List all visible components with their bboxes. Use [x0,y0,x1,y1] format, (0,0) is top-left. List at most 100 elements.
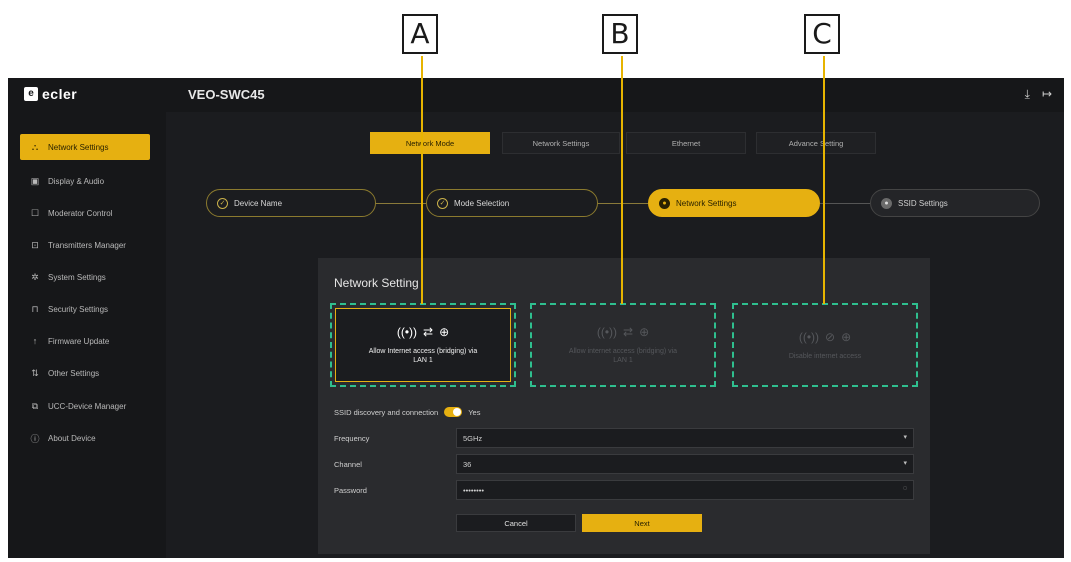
password-field[interactable]: •••••••• ◌ [456,480,914,500]
swap-icon: ⇄ [623,325,634,339]
sidebar-item-label: About Device [48,433,96,443]
frequency-value: 5GHz [463,433,483,443]
tab-advance-setting[interactable]: Advance Setting [756,132,876,154]
logo-text: ecler [42,86,78,102]
eye-icon[interactable]: ◌ [903,485,907,492]
globe-icon: ⊕ [841,329,852,344]
option-text: Allow internet access (bridging) via LAN… [568,348,678,364]
step-number-icon: ● [881,197,892,209]
device-title: VEO-SWC45 [188,87,265,102]
step-number-icon: ● [659,197,670,209]
transmitter-icon: ⊡ [31,239,39,250]
top-bar: e ecler VEO-SWC45 ⤓ ↦ [8,78,1064,112]
upload-icon: ↑ [32,336,38,346]
wifi-icon: ((•)) [396,325,418,339]
option-disable-internet[interactable]: ((•)) ⊘ ⊕ Disable internet access [737,308,913,382]
callout-b-line [621,56,623,304]
tab-network-settings[interactable]: Network Settings [502,132,620,154]
option-text: Disable internet access [788,352,862,360]
password-label: Password [334,486,367,495]
sidebar-item-label: Firmware Update [48,336,110,346]
next-button[interactable]: Next [582,514,702,532]
sidebar-item-label: Other Settings [48,368,100,378]
sidebar-item-label: UCC-Device Manager [48,401,127,411]
chevron-down-icon: ▾ [903,460,907,467]
password-value: •••••••• [463,485,485,495]
step-device-name[interactable]: ✓ Device Name [206,189,376,217]
download-icon[interactable]: ⤓ [1025,87,1030,102]
step-connector [374,203,426,204]
callout-a-line [421,56,423,304]
sidebar-item-label: Security Settings [48,304,109,314]
globe-icon: ⊕ [639,325,650,339]
lock-icon: ⊓ [31,303,39,314]
globe-icon: ⊕ [439,325,450,339]
callout-b: B [602,14,638,54]
ssid-toggle[interactable] [444,407,463,417]
sidebar-item-label: Display & Audio [48,176,105,186]
check-icon: ✓ [437,197,448,209]
sidebar-item-other-settings[interactable]: ⇅ Other Settings [20,360,150,386]
channel-value: 36 [463,459,472,469]
wifi-icon: ((•)) [798,329,820,344]
info-icon: ⓘ [30,433,40,444]
wifi-icon: ((•)) [596,325,618,339]
cancel-button[interactable]: Cancel [456,514,576,532]
step-label: Mode Selection [454,198,510,208]
sidebar: ⛬ Network Settings ▣ Display & Audio ☐ M… [8,112,166,558]
frequency-label: Frequency [334,434,370,443]
sidebar-item-display-audio[interactable]: ▣ Display & Audio [20,168,150,194]
swap-icon: ⇄ [423,325,434,339]
display-icon: ▣ [30,175,40,186]
callout-a: A [402,14,438,54]
sidebar-item-system-settings[interactable]: ✲ System Settings [20,264,150,290]
sidebar-item-label: Moderator Control [48,208,113,218]
ssid-toggle-value: Yes [468,407,481,417]
tab-network-mode[interactable]: Network Mode [370,132,490,154]
channel-select[interactable]: 36 ▾ [456,454,914,474]
sidebar-item-label: Transmitters Manager [48,240,126,250]
sidebar-item-security-settings[interactable]: ⊓ Security Settings [20,296,150,322]
step-network-settings[interactable]: ● Network Settings [648,189,820,217]
step-label: SSID Settings [898,198,948,208]
block-icon: ⊘ [825,329,836,344]
option-c-highlight: ((•)) ⊘ ⊕ Disable internet access [732,303,918,387]
sidebar-item-about-device[interactable]: ⓘ About Device [20,425,150,451]
logout-icon[interactable]: ↦ [1042,87,1052,102]
option-bridge-lan1-alt[interactable]: ((•)) ⇄ ⊕ Allow internet access (bridgin… [535,308,711,382]
sidebar-item-ucc-device-manager[interactable]: ⧉ UCC-Device Manager [20,393,150,419]
sidebar-item-network-settings[interactable]: ⛬ Network Settings [20,134,150,160]
app-window: e ecler VEO-SWC45 ⤓ ↦ ⛬ Network Settings… [8,78,1064,558]
panel-title: Network Setting [334,276,419,290]
option-bridge-lan1[interactable]: ((•)) ⇄ ⊕ Allow Internet access (bridgin… [335,308,511,382]
sliders-icon: ⇅ [31,367,39,378]
devices-icon: ⧉ [31,400,39,411]
tab-ethernet[interactable]: Ethernet [626,132,746,154]
sidebar-item-moderator-control[interactable]: ☐ Moderator Control [20,200,150,226]
network-icon: ⛬ [31,141,39,152]
option-a-highlight: ((•)) ⇄ ⊕ Allow Internet access (bridgin… [330,303,516,387]
ssid-toggle-row: SSID discovery and connection Yes [334,407,480,417]
step-mode-selection[interactable]: ✓ Mode Selection [426,189,598,217]
ecler-logo: e ecler [24,86,77,102]
sidebar-item-transmitters-manager[interactable]: ⊡ Transmitters Manager [20,232,150,258]
ssid-toggle-label: SSID discovery and connection [334,407,439,417]
check-icon: ✓ [217,197,228,209]
gear-icon: ✲ [31,271,39,282]
chevron-down-icon: ▾ [903,434,907,441]
step-label: Network Settings [676,198,737,208]
callout-c-line [823,56,825,304]
moderator-icon: ☐ [30,207,40,218]
network-setting-panel: Network Setting ((•)) ⇄ ⊕ Allow Internet… [318,258,930,554]
callout-c: C [804,14,840,54]
manual-figure: A B C e ecler VEO-SWC45 ⤓ ↦ ⛬ Network Se… [0,0,1071,562]
channel-label: Channel [334,460,362,469]
step-ssid-settings[interactable]: ● SSID Settings [870,189,1040,217]
sidebar-item-label: Network Settings [48,142,109,152]
sidebar-item-firmware-update[interactable]: ↑ Firmware Update [20,328,150,354]
frequency-select[interactable]: 5GHz ▾ [456,428,914,448]
option-text: Allow Internet access (bridging) via LAN… [368,348,478,364]
step-connector [818,203,870,204]
option-b-highlight: ((•)) ⇄ ⊕ Allow internet access (bridgin… [530,303,716,387]
step-label: Device Name [234,198,283,208]
